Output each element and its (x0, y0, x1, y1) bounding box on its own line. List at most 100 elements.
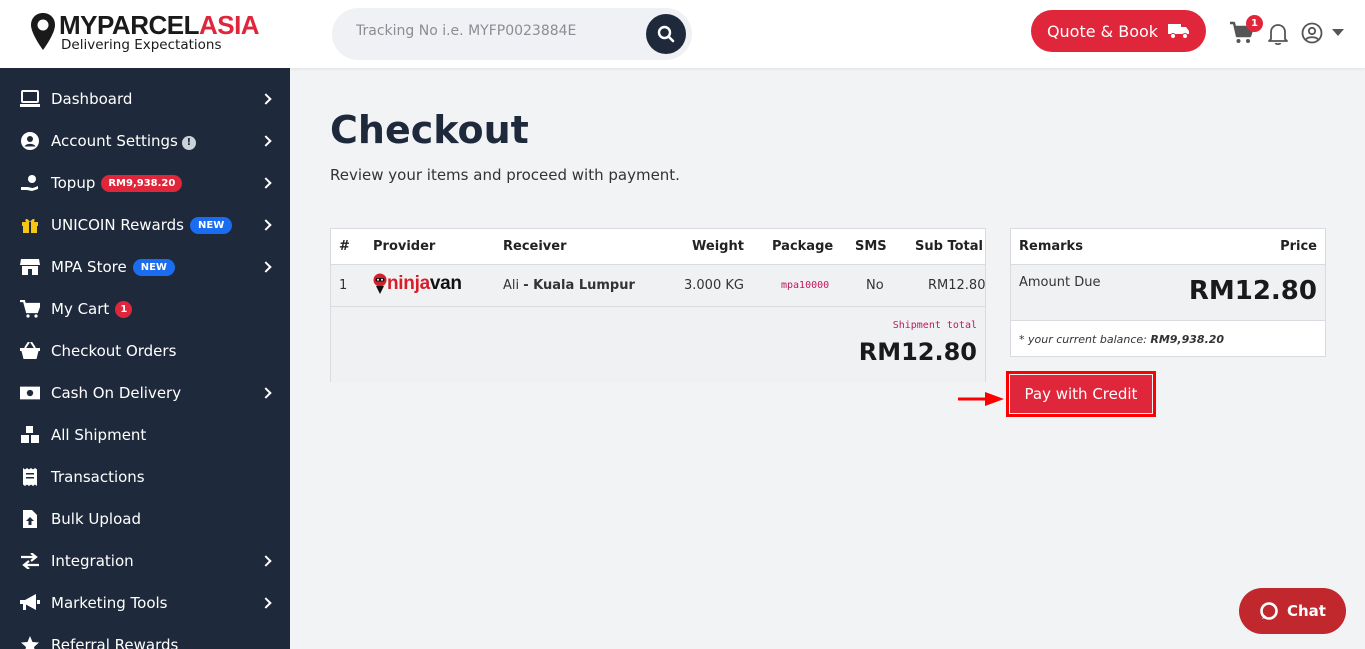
sidebar-item-referral-rewards[interactable]: Referral Rewards (0, 624, 290, 649)
megaphone-icon (20, 593, 40, 613)
shipment-total-value: RM12.80 (858, 338, 977, 366)
sidebar-item-dashboard[interactable]: Dashboard (0, 78, 290, 120)
tracking-search (332, 8, 692, 60)
provider-name-suffix: van (429, 273, 462, 294)
column-header-package: Package (772, 239, 834, 254)
receiver-location: - Kuala Lumpur (523, 278, 635, 293)
quote-and-book-label: Quote & Book (1046, 21, 1159, 41)
sidebar-item-account-settings[interactable]: Account Settings! (0, 120, 290, 162)
top-header: MYPARCELASIA Delivering Expectations Quo… (0, 0, 1365, 68)
arrow-right-icon (958, 392, 1004, 406)
cart-icon (20, 299, 40, 319)
money-icon (20, 383, 40, 403)
sidebar-item-label: All Shipment (51, 426, 147, 444)
sidebar-item-marketing-tools[interactable]: Marketing Tools (0, 582, 290, 624)
sidebar-item-cash-on-delivery[interactable]: Cash On Delivery (0, 372, 290, 414)
chevron-right-icon (260, 261, 272, 273)
sidebar-item-mpa-store[interactable]: MPA Store NEW (0, 246, 290, 288)
sidebar-item-transactions[interactable]: Transactions (0, 456, 290, 498)
brand-name: MYPARCEL (59, 10, 199, 40)
user-circle-icon (20, 131, 40, 151)
receipt-icon (20, 467, 40, 487)
brand-name-accent: ASIA (198, 10, 260, 40)
quote-and-book-button[interactable]: Quote & Book (1031, 10, 1206, 52)
search-icon (657, 25, 675, 43)
sidebar-item-label: Checkout Orders (51, 342, 177, 360)
chevron-right-icon (260, 555, 272, 567)
sidebar-nav: Dashboard Account Settings! Topup RM9,938… (0, 68, 290, 649)
sidebar-item-all-shipment[interactable]: All Shipment (0, 414, 290, 456)
balance-note: * your current balance: RM9,938.20 (1011, 321, 1325, 356)
chevron-right-icon (260, 597, 272, 609)
column-header-provider: Provider (373, 239, 436, 254)
amount-due-label: Amount Due (1019, 275, 1101, 290)
brand-logo[interactable]: MYPARCELASIA Delivering Expectations (30, 10, 260, 53)
balance-value: RM9,938.20 (1150, 333, 1225, 346)
chat-label: Chat (1287, 602, 1326, 620)
sidebar-item-label: UNICOIN Rewards (51, 216, 184, 234)
summary-header: Remarks Price (1011, 229, 1325, 265)
sidebar-item-label: Marketing Tools (51, 594, 168, 612)
shipment-total-section: Shipment total RM12.80 (331, 308, 985, 382)
search-button[interactable] (646, 14, 686, 54)
store-icon (20, 257, 40, 277)
star-icon (20, 635, 40, 649)
sidebar-item-label: Account Settings (51, 132, 178, 150)
provider-name: ninja (387, 273, 430, 294)
sidebar-item-unicoin-rewards[interactable]: UNICOIN Rewards NEW (0, 204, 290, 246)
receiver-name: Ali (503, 278, 520, 293)
column-header-weight: Weight (692, 239, 744, 254)
sidebar-item-topup[interactable]: Topup RM9,938.20 (0, 162, 290, 204)
sidebar-item-label: Cash On Delivery (51, 384, 182, 402)
new-badge: NEW (190, 217, 233, 234)
chat-bubble-icon (1260, 602, 1278, 620)
price-header: Price (1280, 239, 1317, 254)
column-header-receiver: Receiver (503, 239, 567, 254)
column-header-subtotal: Sub Total (915, 239, 983, 254)
table-row[interactable]: 1 ninjavan Ali - Kuala Lumpur 3.000 KG m… (331, 265, 985, 307)
user-account-icon[interactable] (1301, 22, 1323, 44)
delivery-truck-icon (1168, 24, 1190, 39)
sidebar-item-label: Integration (51, 552, 134, 570)
bell-icon[interactable] (1267, 22, 1289, 46)
sidebar-item-my-cart[interactable]: My Cart 1 (0, 288, 290, 330)
chat-button[interactable]: Chat (1239, 588, 1346, 634)
sidebar-item-label: Dashboard (51, 90, 133, 108)
arrows-icon (20, 551, 40, 571)
sidebar-item-checkout-orders[interactable]: Checkout Orders (0, 330, 290, 372)
sidebar-item-label: Bulk Upload (51, 510, 141, 528)
row-weight: 3.000 KG (684, 278, 744, 293)
tracking-search-input[interactable] (356, 23, 656, 39)
sidebar-item-integration[interactable]: Integration (0, 540, 290, 582)
brand-tagline: Delivering Expectations (61, 37, 222, 53)
row-subtotal: RM12.80 (928, 278, 986, 293)
amount-due-row: Amount Due RM12.80 (1011, 265, 1325, 321)
shipment-total-label: Shipment total (892, 320, 977, 331)
pay-with-credit-button[interactable]: Pay with Credit (1010, 375, 1152, 413)
boxes-icon (20, 425, 40, 445)
sidebar-item-bulk-upload[interactable]: Bulk Upload (0, 498, 290, 540)
gift-icon (20, 215, 40, 235)
checkout-items-table: # Provider Receiver Weight Package SMS S… (330, 228, 986, 382)
chevron-right-icon (260, 177, 272, 189)
chevron-down-icon[interactable] (1332, 29, 1344, 36)
cart-count-badge: 1 (1246, 15, 1263, 32)
table-header: # Provider Receiver Weight Package SMS S… (331, 229, 985, 265)
sidebar-item-label: Transactions (51, 468, 145, 486)
row-package: mpa10000 (781, 280, 830, 291)
cart-count-badge: 1 (115, 301, 133, 318)
ninja-mascot-icon (373, 273, 387, 294)
ninjavan-logo: ninjavan (373, 273, 462, 295)
basket-icon (20, 341, 40, 361)
payment-summary: Remarks Price Amount Due RM12.80 * your … (1010, 228, 1326, 357)
page-subtitle: Review your items and proceed with payme… (330, 166, 680, 184)
column-header-index: # (339, 239, 350, 254)
balance-prefix: * your current balance: (1019, 333, 1151, 346)
remarks-header: Remarks (1019, 239, 1083, 254)
info-icon: ! (181, 136, 196, 150)
chevron-right-icon (260, 93, 272, 105)
chevron-right-icon (260, 387, 272, 399)
sidebar-item-label: MPA Store (51, 258, 127, 276)
chevron-right-icon (260, 219, 272, 231)
location-pin-icon (31, 13, 55, 50)
